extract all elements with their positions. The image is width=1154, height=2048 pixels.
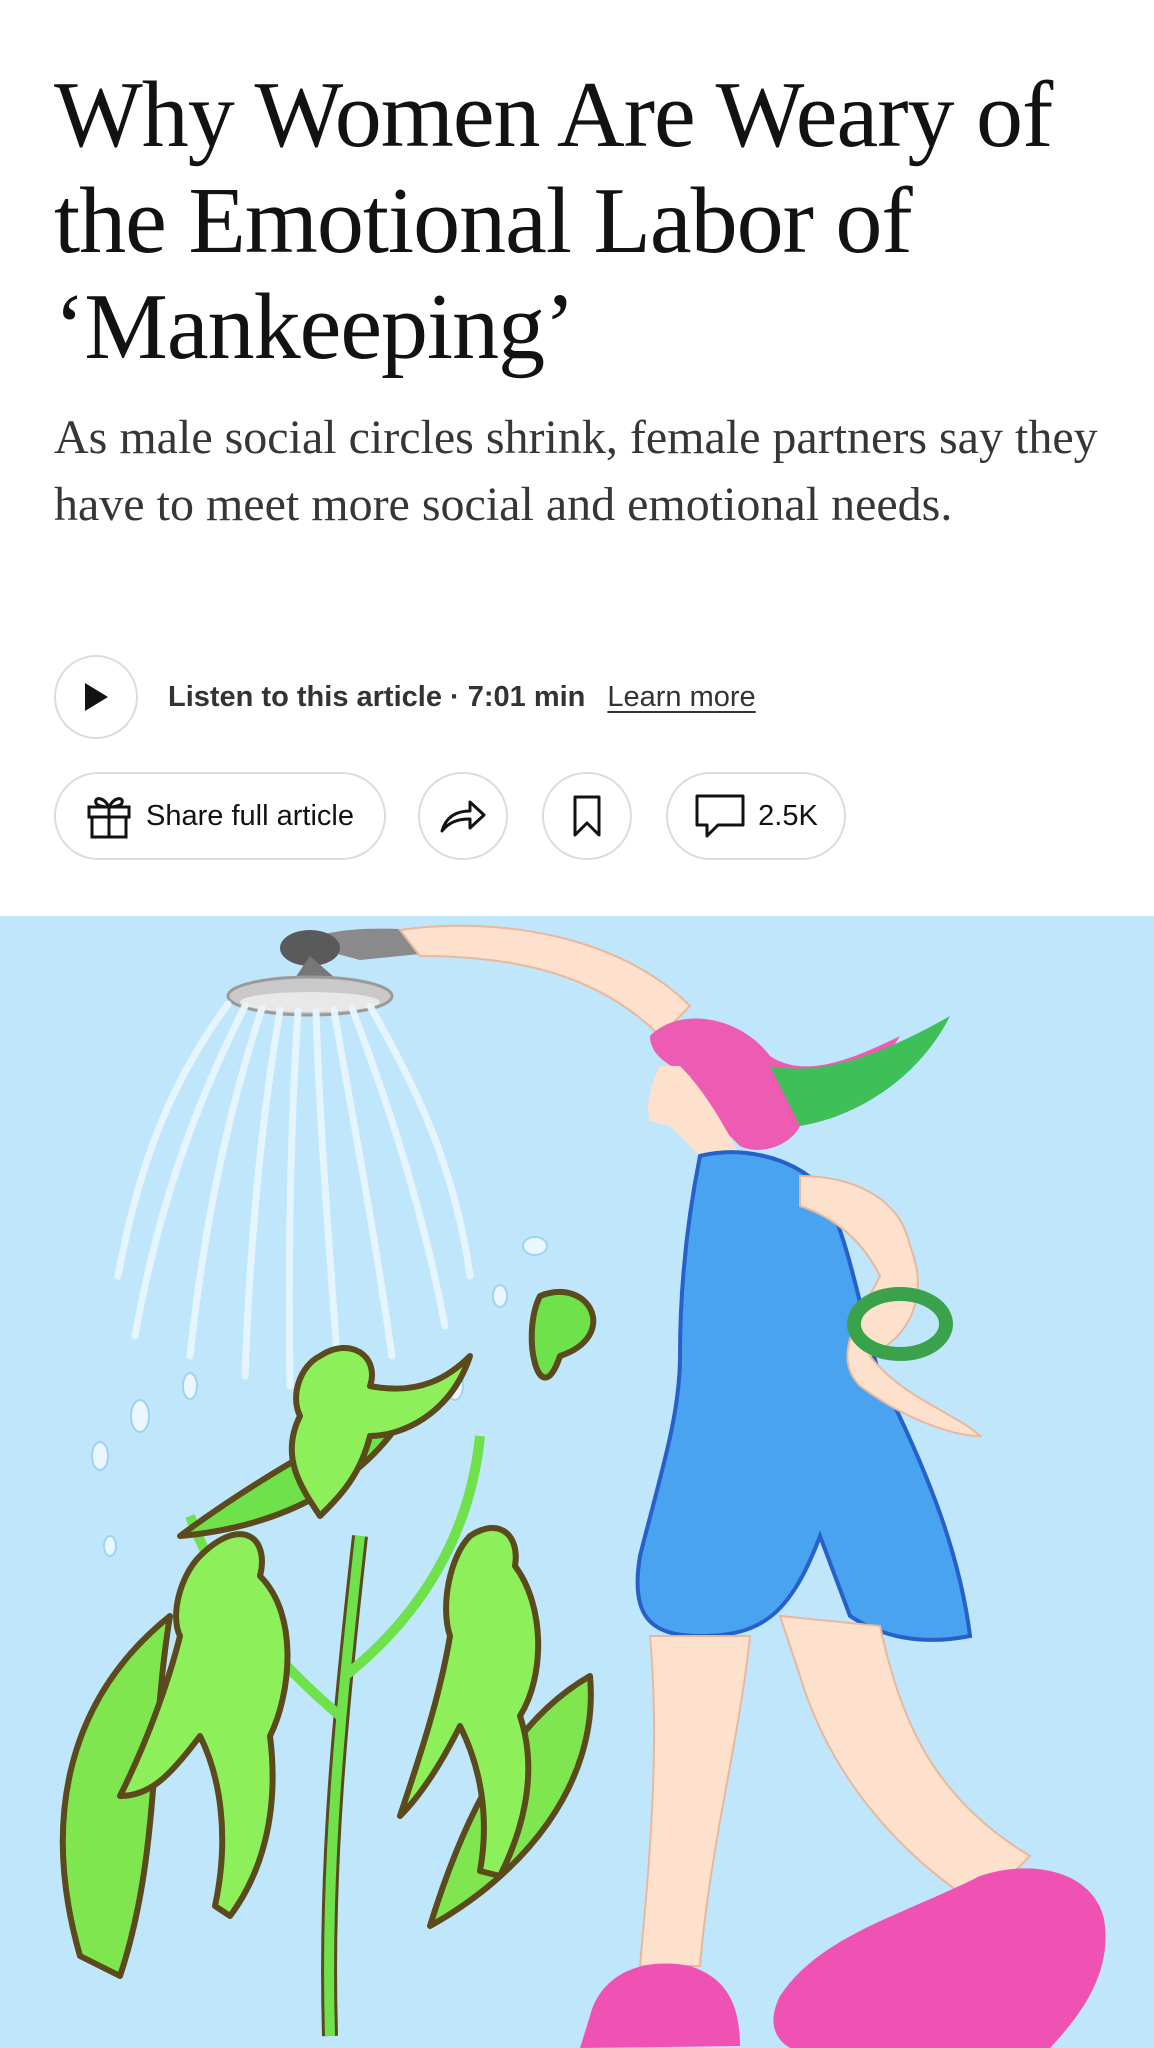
listen-label: Listen to this article · 7:01 min xyxy=(168,680,586,713)
learn-more-link[interactable]: Learn more xyxy=(607,681,755,714)
share-arrow-icon xyxy=(440,800,486,833)
comment-bubble-icon xyxy=(695,794,745,838)
article-headline: Why Women Are Weary of the Emotional Lab… xyxy=(54,63,1053,379)
bookmark-icon xyxy=(573,795,601,837)
play-button[interactable] xyxy=(54,655,138,739)
share-full-article-label: Share full article xyxy=(146,799,354,832)
share-button[interactable] xyxy=(418,772,508,860)
gift-icon xyxy=(87,797,131,839)
comments-count: 2.5K xyxy=(758,799,818,832)
save-button[interactable] xyxy=(542,772,632,860)
play-icon xyxy=(85,683,108,711)
share-full-article-button[interactable]: Share full article xyxy=(54,772,386,860)
hero-illustration[interactable] xyxy=(0,916,1154,2048)
article-summary: As male social circles shrink, female pa… xyxy=(54,411,1098,531)
audio-player: Listen to this article · 7:01 min Learn … xyxy=(54,654,756,740)
article-toolbar: Share full article 2.5K xyxy=(0,772,1154,860)
comments-button[interactable]: 2.5K xyxy=(666,772,846,860)
